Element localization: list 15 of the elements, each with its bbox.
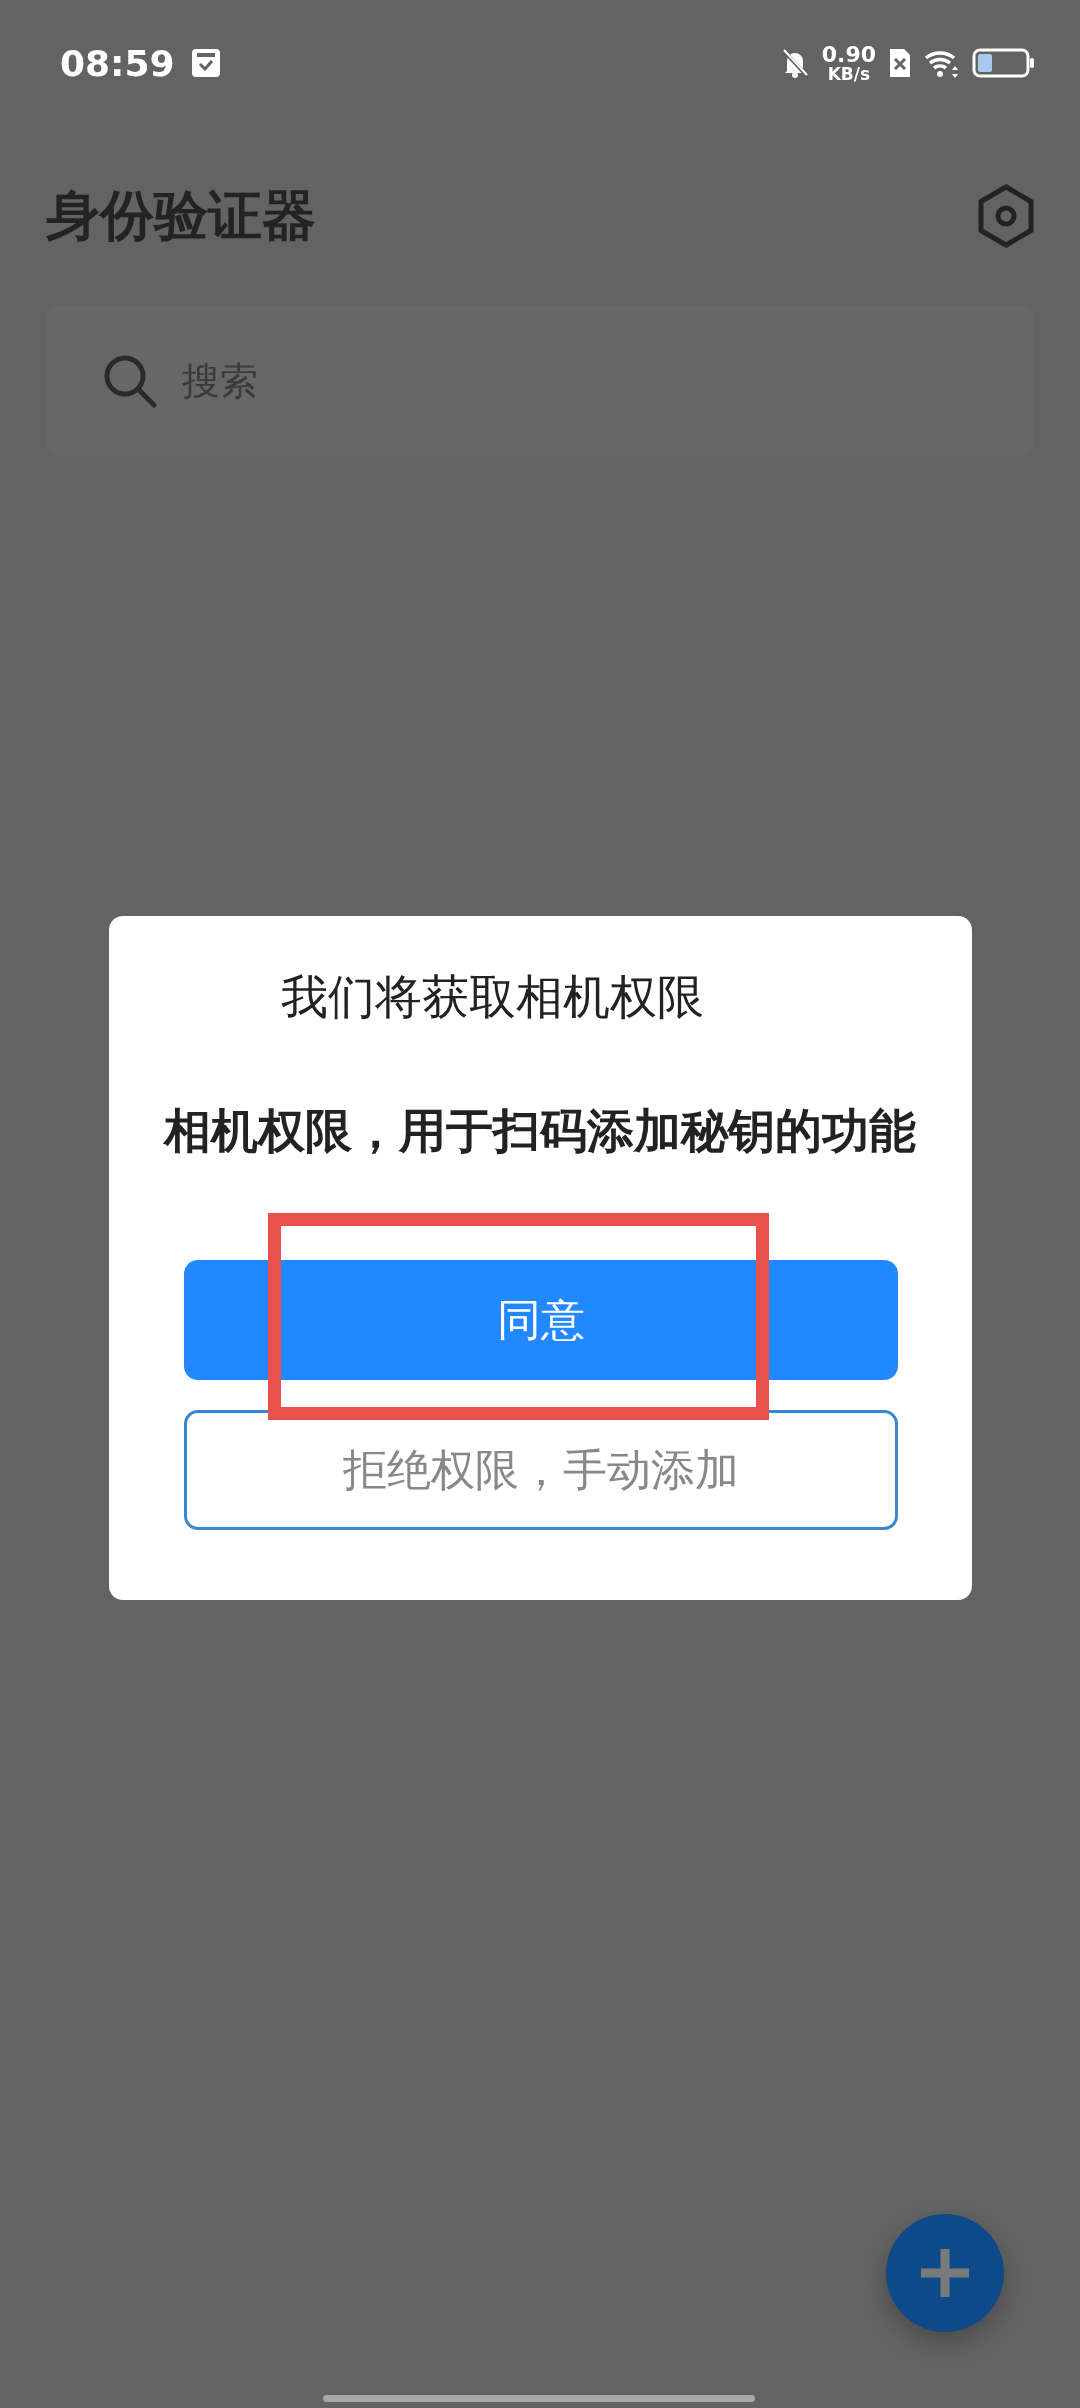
clipboard-check-icon bbox=[190, 48, 221, 78]
sim-card-icon bbox=[888, 47, 912, 79]
network-speed-unit: KB/s bbox=[827, 65, 871, 83]
settings-icon[interactable] bbox=[976, 184, 1036, 248]
network-speed: 0.90 bbox=[821, 43, 876, 66]
dialog-title: 我们将获取相机权限 bbox=[279, 968, 705, 1026]
battery-icon bbox=[972, 48, 1036, 78]
wifi-icon bbox=[924, 48, 960, 78]
agree-button[interactable]: 同意 bbox=[183, 1260, 898, 1380]
plus-icon bbox=[919, 2247, 971, 2299]
status-time: 08:59 bbox=[60, 42, 175, 84]
app-title: 身份验证器 bbox=[46, 182, 316, 249]
search-icon bbox=[102, 353, 158, 409]
dialog-message: 相机权限，用于扫码添加秘钥的功能 bbox=[162, 1102, 917, 1160]
manual-add-button[interactable]: 拒绝权限，手动添加 bbox=[183, 1410, 898, 1530]
